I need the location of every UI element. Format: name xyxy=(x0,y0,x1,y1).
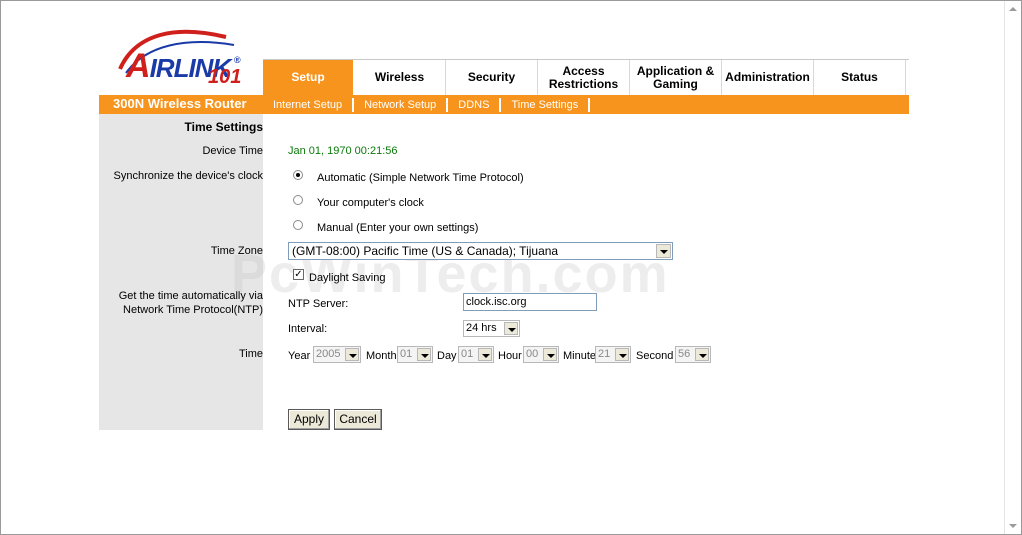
tab-wireless[interactable]: Wireless xyxy=(354,60,446,95)
radio-manual[interactable] xyxy=(293,220,303,230)
chevron-down-icon[interactable] xyxy=(695,348,709,361)
vertical-scrollbar[interactable] xyxy=(1004,1,1021,534)
subnav-internet-setup[interactable]: Internet Setup xyxy=(273,98,355,112)
minute-label: Minute xyxy=(563,350,597,362)
radio-automatic[interactable] xyxy=(293,170,303,180)
scroll-up-icon[interactable] xyxy=(1009,7,1017,11)
sub-nav-bar: 300N Wireless Router Internet Setup Netw… xyxy=(99,95,909,114)
tab-setup[interactable]: Setup xyxy=(263,60,354,95)
ntp-label-line2: Network Time Protocol(NTP) xyxy=(123,304,263,316)
section-title: Time Settings xyxy=(184,120,263,134)
sync-clock-label: Synchronize the device's clock xyxy=(113,170,263,182)
chevron-down-icon[interactable] xyxy=(417,348,431,361)
model-name: 300N Wireless Router xyxy=(113,96,247,111)
time-zone-select[interactable]: (GMT-08:00) Pacific Time (US & Canada); … xyxy=(288,242,673,260)
tab-administration[interactable]: Administration xyxy=(722,60,814,95)
hour-select[interactable]: 00 xyxy=(523,346,559,363)
subnav-ddns[interactable]: DDNS xyxy=(448,98,502,112)
chevron-down-icon[interactable] xyxy=(504,322,518,335)
interval-label: Interval: xyxy=(288,323,328,335)
year-value: 2005 xyxy=(316,348,341,360)
sub-nav: Internet Setup Network Setup DDNS Time S… xyxy=(273,98,591,112)
tab-application-gaming[interactable]: Application & Gaming xyxy=(630,60,722,95)
ntp-server-input[interactable]: clock.isc.org xyxy=(463,293,597,311)
subnav-time-settings[interactable]: Time Settings xyxy=(501,98,591,112)
chevron-down-icon[interactable] xyxy=(656,244,671,258)
day-value: 01 xyxy=(461,348,474,360)
device-time-label: Device Time xyxy=(202,145,263,157)
hour-label: Hour xyxy=(498,350,522,362)
subnav-network-setup[interactable]: Network Setup xyxy=(354,98,449,112)
router-admin-page: AIRLINK ® 101 Setup Wireless Security Ac… xyxy=(0,0,1022,535)
year-label: Year xyxy=(288,350,311,362)
interval-select[interactable]: 24 hrs xyxy=(463,320,520,337)
logo-registered-mark: ® xyxy=(234,55,241,65)
second-value: 56 xyxy=(678,348,691,360)
time-zone-label: Time Zone xyxy=(210,245,263,257)
ntp-server-value: clock.isc.org xyxy=(466,296,527,308)
apply-button[interactable]: Apply xyxy=(288,409,330,430)
month-label: Month xyxy=(366,350,397,362)
tab-status[interactable]: Status xyxy=(814,60,906,95)
scroll-down-icon[interactable] xyxy=(1009,524,1017,528)
chevron-down-icon[interactable] xyxy=(478,348,492,361)
tab-security[interactable]: Security xyxy=(446,60,538,95)
day-label: Day xyxy=(437,350,457,362)
month-select[interactable]: 01 xyxy=(397,346,433,363)
chevron-down-icon[interactable] xyxy=(543,348,557,361)
cancel-button[interactable]: Cancel xyxy=(334,409,382,430)
radio-automatic-label: Automatic (Simple Network Time Protocol) xyxy=(317,172,524,184)
ntp-server-label: NTP Server: xyxy=(288,298,349,310)
time-label: Time xyxy=(238,348,263,360)
daylight-saving-checkbox[interactable]: ✓ xyxy=(293,269,304,280)
tab-access-restrictions[interactable]: Access Restrictions xyxy=(538,60,630,95)
minute-select[interactable]: 21 xyxy=(595,346,631,363)
interval-value: 24 hrs xyxy=(466,322,497,334)
main-nav: Setup Wireless Security Access Restricti… xyxy=(263,59,909,95)
year-select[interactable]: 2005 xyxy=(313,346,361,363)
logo-number: 101 xyxy=(208,66,242,88)
day-select[interactable]: 01 xyxy=(458,346,494,363)
radio-computer-clock[interactable] xyxy=(293,195,303,205)
daylight-saving-label: Daylight Saving xyxy=(309,272,386,284)
month-value: 01 xyxy=(400,348,413,360)
radio-manual-label: Manual (Enter your own settings) xyxy=(317,222,479,234)
chevron-down-icon[interactable] xyxy=(345,348,359,361)
second-label: Second xyxy=(636,350,674,362)
minute-value: 21 xyxy=(598,348,611,360)
time-zone-value: (GMT-08:00) Pacific Time (US & Canada); … xyxy=(292,244,559,258)
hour-value: 00 xyxy=(526,348,539,360)
device-time-value: Jan 01, 1970 00:21:56 xyxy=(288,145,398,157)
ntp-label-line1: Get the time automatically via xyxy=(118,290,263,302)
airlink-logo: AIRLINK ® 101 xyxy=(116,23,246,88)
second-select[interactable]: 56 xyxy=(675,346,711,363)
labels-panel: Time Settings Device Time Synchronize th… xyxy=(99,114,263,430)
chevron-down-icon[interactable] xyxy=(615,348,629,361)
radio-computer-clock-label: Your computer's clock xyxy=(317,197,424,209)
